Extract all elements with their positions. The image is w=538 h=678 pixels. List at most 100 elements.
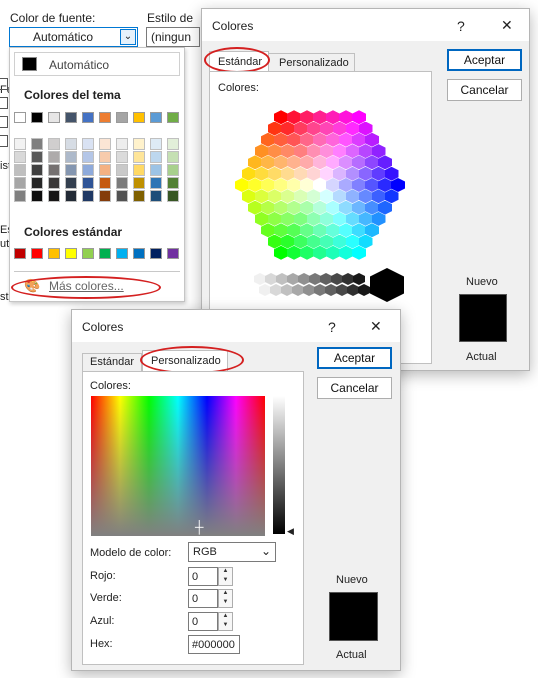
hex-color-cell[interactable]	[313, 223, 327, 238]
color-spectrum[interactable]: ┼	[91, 396, 265, 536]
hex-color-cell[interactable]	[332, 211, 347, 226]
theme-shade-swatch[interactable]	[167, 164, 179, 176]
white-hex-cell[interactable]	[214, 270, 244, 300]
hex-color-cell[interactable]	[274, 223, 288, 238]
gray-hex-cell[interactable]	[309, 273, 321, 285]
gray-hex-cell[interactable]	[347, 284, 359, 296]
hex-color-cell[interactable]	[254, 166, 269, 181]
hex-color-cell[interactable]	[319, 121, 334, 136]
theme-shade-swatch[interactable]	[133, 138, 145, 150]
theme-shade-swatch[interactable]	[65, 164, 77, 176]
automatic-option[interactable]: Automático	[14, 52, 180, 76]
hex-color-cell[interactable]	[287, 155, 301, 170]
theme-shade-swatch[interactable]	[14, 177, 26, 189]
hex-color-cell[interactable]	[326, 132, 340, 147]
hex-color-cell[interactable]	[287, 223, 301, 238]
standard-color-swatch[interactable]	[65, 248, 77, 259]
hex-color-cell[interactable]	[384, 189, 399, 204]
hex-color-cell[interactable]	[313, 132, 327, 147]
hex-color-cell[interactable]	[332, 189, 347, 204]
gray-hex-cell[interactable]	[281, 284, 293, 296]
theme-shade-swatch[interactable]	[65, 151, 77, 163]
hex-color-cell[interactable]	[261, 178, 275, 192]
hex-color-cell[interactable]	[332, 144, 347, 159]
hex-color-cell[interactable]	[378, 155, 392, 170]
hex-color-cell[interactable]	[287, 110, 301, 125]
theme-shade-swatch[interactable]	[48, 177, 60, 189]
standard-color-swatch[interactable]	[150, 248, 162, 259]
hex-color-cell[interactable]	[339, 223, 353, 238]
hex-color-cell[interactable]	[267, 211, 282, 226]
hex-color-cell[interactable]	[365, 200, 379, 215]
slider-pointer-icon[interactable]: ◀	[287, 526, 294, 537]
hex-color-cell[interactable]	[313, 178, 327, 192]
theme-shade-swatch[interactable]	[14, 164, 26, 176]
color-model-select[interactable]: RGB ⌄	[188, 542, 276, 562]
hex-color-cell[interactable]	[319, 189, 334, 204]
hex-color-cell[interactable]	[345, 234, 360, 249]
hex-color-cell[interactable]	[313, 245, 327, 260]
hex-color-cell[interactable]	[248, 200, 262, 215]
blue-stepper[interactable]: ▲ ▼	[218, 612, 233, 631]
theme-shade-swatch[interactable]	[99, 164, 111, 176]
theme-color-swatch[interactable]	[65, 112, 77, 123]
hex-color-cell[interactable]	[365, 132, 379, 147]
hex-color-cell[interactable]	[339, 178, 353, 192]
theme-color-swatch[interactable]	[133, 112, 145, 123]
standard-color-swatch[interactable]	[99, 248, 111, 259]
hex-color-cell[interactable]	[241, 189, 256, 204]
hex-color-cell[interactable]	[319, 211, 334, 226]
arrow-up-icon[interactable]: ▲	[219, 568, 232, 577]
theme-shade-swatch[interactable]	[14, 151, 26, 163]
hex-color-cell[interactable]	[391, 178, 405, 192]
theme-shade-swatch[interactable]	[31, 164, 43, 176]
arrow-up-icon[interactable]: ▲	[219, 613, 232, 622]
hex-color-cell[interactable]	[352, 178, 366, 192]
hex-color-cell[interactable]	[267, 121, 282, 136]
theme-color-swatch[interactable]	[48, 112, 60, 123]
hex-color-cell[interactable]	[280, 144, 295, 159]
dropdown-arrow-button[interactable]: ⌄	[120, 29, 136, 45]
hex-color-cell[interactable]	[274, 178, 288, 192]
hex-color-cell[interactable]	[306, 121, 321, 136]
black-hex-cell-selected[interactable]	[370, 268, 404, 302]
hex-color-cell[interactable]	[300, 200, 314, 215]
hex-color-cell[interactable]	[352, 200, 366, 215]
hex-color-cell[interactable]	[293, 234, 308, 249]
hex-color-cell[interactable]	[326, 200, 340, 215]
theme-shade-swatch[interactable]	[167, 190, 179, 202]
close-icon[interactable]: ✕	[370, 318, 382, 335]
arrow-up-icon[interactable]: ▲	[219, 590, 232, 599]
gray-hex-cell[interactable]	[353, 273, 365, 285]
arrow-down-icon[interactable]: ▼	[219, 622, 232, 631]
arrow-down-icon[interactable]: ▼	[219, 577, 232, 586]
hex-color-cell[interactable]	[267, 189, 282, 204]
theme-shade-swatch[interactable]	[48, 138, 60, 150]
hex-color-cell[interactable]	[261, 132, 275, 147]
theme-shade-swatch[interactable]	[65, 177, 77, 189]
red-input[interactable]: 0	[188, 567, 218, 586]
standard-color-swatch[interactable]	[167, 248, 179, 259]
theme-shade-swatch[interactable]	[116, 190, 128, 202]
hex-color-cell[interactable]	[306, 234, 321, 249]
theme-shade-swatch[interactable]	[99, 190, 111, 202]
hex-color-cell[interactable]	[261, 200, 275, 215]
hex-color-cell[interactable]	[280, 166, 295, 181]
hex-color-cell[interactable]	[345, 166, 360, 181]
theme-shade-swatch[interactable]	[99, 177, 111, 189]
standard-color-swatch[interactable]	[31, 248, 43, 259]
hex-color-cell[interactable]	[332, 234, 347, 249]
gray-hex-cell[interactable]	[358, 284, 370, 296]
hex-color-cell[interactable]	[287, 132, 301, 147]
hex-color-cell[interactable]	[293, 166, 308, 181]
hex-color-cell[interactable]	[267, 144, 282, 159]
theme-color-swatch[interactable]	[150, 112, 162, 123]
hex-color-cell[interactable]	[319, 234, 334, 249]
hex-color-cell[interactable]	[280, 234, 295, 249]
standard-color-swatch[interactable]	[14, 248, 26, 259]
gray-hex-cell[interactable]	[254, 273, 266, 285]
hex-color-cell[interactable]	[358, 121, 373, 136]
hex-color-cell[interactable]	[339, 155, 353, 170]
close-icon[interactable]: ✕	[501, 17, 513, 34]
hex-color-cell[interactable]	[267, 166, 282, 181]
